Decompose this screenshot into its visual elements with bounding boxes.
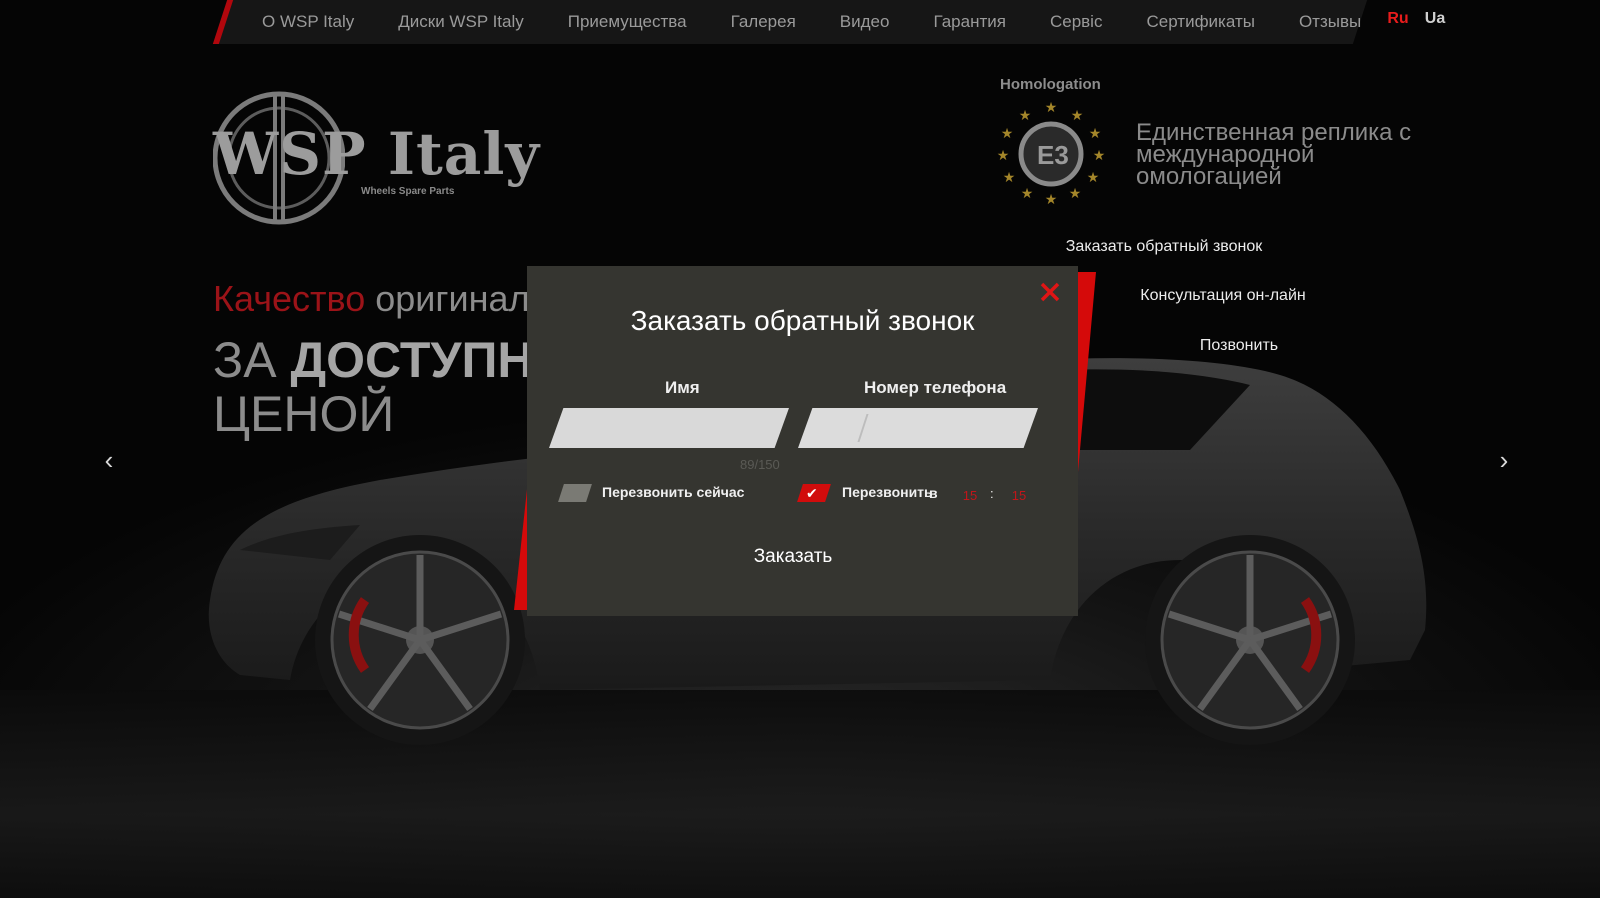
hero-line-3: ЦЕНОЙ	[213, 386, 395, 442]
callback-at-checkbox[interactable]: ✔	[800, 484, 828, 502]
nav-item-wheels[interactable]: Диски WSP Italy	[376, 12, 545, 32]
rear-wheel	[1145, 535, 1355, 745]
hero-line-2-prefix: ЗА	[213, 332, 291, 388]
hero-line-1: Качество оригинала	[213, 278, 550, 320]
front-wheel	[315, 535, 525, 745]
badge-text: E3	[1037, 140, 1069, 170]
call-button[interactable]: Позвонить	[1150, 326, 1328, 366]
nav-item-service[interactable]: Сервiс	[1028, 12, 1125, 32]
nav-item-about[interactable]: О WSP Italy	[240, 12, 376, 32]
svg-text:★: ★	[1045, 99, 1058, 115]
svg-text:★: ★	[1021, 185, 1034, 201]
svg-text:★: ★	[1045, 191, 1058, 206]
svg-text:★: ★	[1069, 185, 1082, 201]
svg-text:★: ★	[1089, 125, 1102, 141]
lang-ua-button[interactable]: Ua	[1418, 4, 1452, 34]
lang-ru-button[interactable]: Ru	[1378, 4, 1418, 34]
phone-input[interactable]	[798, 408, 1038, 448]
name-input[interactable]	[549, 408, 789, 448]
homologation-tagline: Единственная реплика с международной омо…	[1136, 119, 1412, 190]
nav-item-certificates[interactable]: Сертификаты	[1124, 12, 1276, 32]
minute-select[interactable]: 15	[999, 482, 1039, 508]
top-nav: О WSP Italy Диски WSP Italy Приемущества…	[240, 0, 1383, 44]
order-callback-button[interactable]: Заказать обратный звонок	[1040, 227, 1288, 267]
chevron-right-icon: ›	[1499, 444, 1509, 475]
logo-subtitle: Wheels Spare Parts	[361, 186, 455, 197]
chevron-left-icon: ‹	[104, 444, 114, 475]
svg-text:★: ★	[1019, 107, 1032, 123]
time-colon: :	[990, 486, 994, 501]
nav-item-reviews[interactable]: Отзывы	[1277, 12, 1383, 32]
slider-prev-button[interactable]: ‹	[70, 435, 148, 485]
nav-item-advantages[interactable]: Приемущества	[546, 12, 709, 32]
nav-item-video[interactable]: Видео	[818, 12, 912, 32]
online-consultation-button[interactable]: Консультация он-лайн	[1100, 276, 1346, 316]
svg-text:★: ★	[1071, 107, 1084, 123]
close-icon[interactable]	[1038, 280, 1062, 304]
svg-text:★: ★	[997, 147, 1009, 163]
checkmark-icon: ✔	[806, 485, 818, 501]
modal-title: Заказать обратный звонок	[630, 305, 975, 336]
svg-text:★: ★	[1093, 147, 1105, 163]
callback-now-checkbox[interactable]	[561, 484, 589, 502]
callback-at-suffix: в	[929, 485, 938, 501]
name-label: Имя	[665, 378, 700, 397]
svg-text:★: ★	[1001, 125, 1014, 141]
nav-item-warranty[interactable]: Гарантия	[911, 12, 1028, 32]
hero-highlight: Качество	[213, 278, 366, 319]
logo[interactable]: WSP Italy Wheels Spare Parts	[213, 88, 539, 228]
phone-label: Номер телефона	[864, 378, 1007, 397]
homologation-label: Homologation	[1000, 76, 1101, 93]
logo-text: WSP Italy	[213, 120, 541, 188]
svg-text:★: ★	[1087, 169, 1100, 185]
svg-text:★: ★	[1003, 169, 1016, 185]
callback-at-label: Перезвонить	[842, 484, 933, 500]
submit-order-button[interactable]: Заказать	[693, 537, 893, 577]
nav-item-gallery[interactable]: Галерея	[709, 12, 818, 32]
callback-now-label: Перезвонить сейчас	[602, 484, 745, 500]
char-counter: 89/150	[740, 457, 780, 472]
hero-line-1-rest: оригинала	[365, 278, 550, 319]
hero-line-2-bold: ДОСТУПН	[290, 332, 534, 388]
hour-select[interactable]: 15	[950, 482, 990, 508]
hero-line-2: ЗА ДОСТУПН ЦЕНОЙ	[213, 333, 534, 441]
slider-next-button[interactable]: ›	[1465, 435, 1543, 485]
